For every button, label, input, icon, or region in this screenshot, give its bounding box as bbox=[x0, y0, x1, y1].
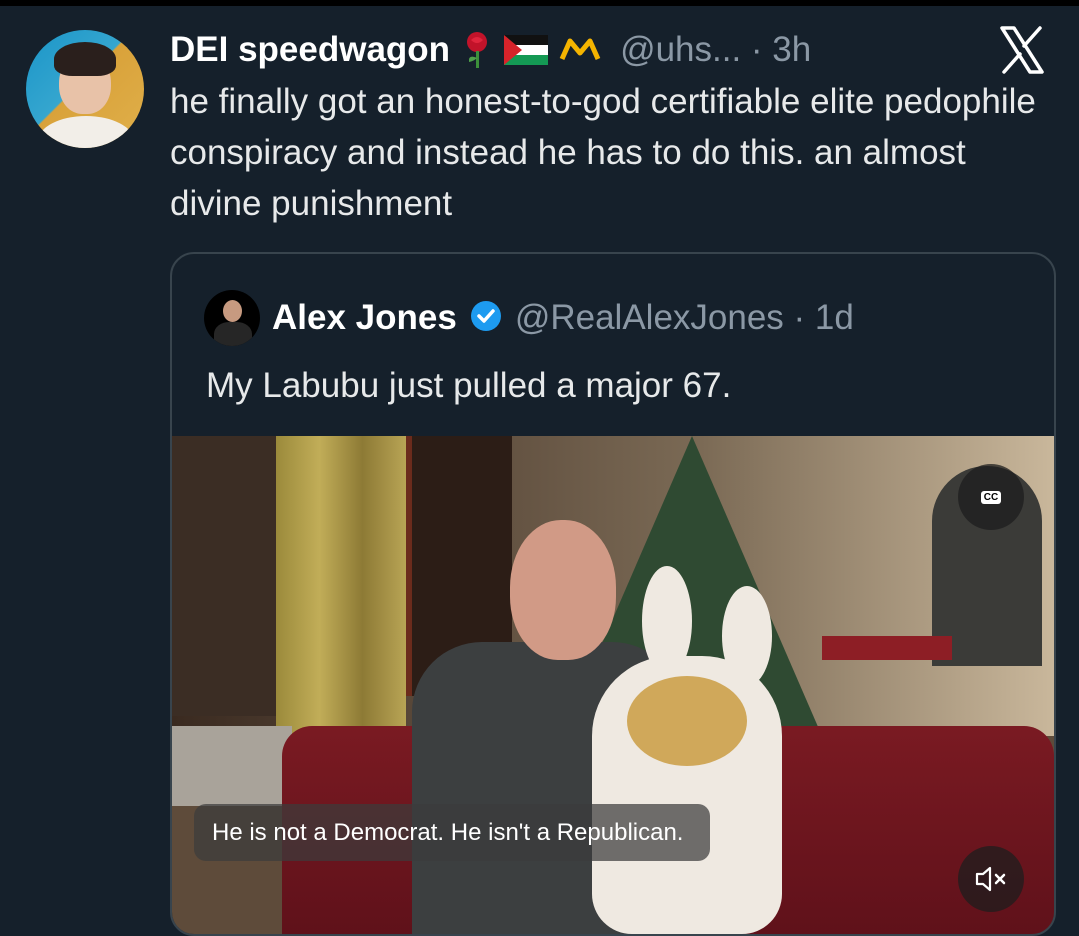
palestine-flag-icon bbox=[504, 35, 549, 65]
avatar-hair bbox=[54, 42, 116, 76]
closed-captions-label: CC bbox=[980, 490, 1002, 504]
video-person-head bbox=[510, 520, 616, 660]
video-plush-face bbox=[627, 676, 747, 766]
video-player[interactable]: CC He is not a Democrat. He isn't a Repu… bbox=[172, 436, 1054, 934]
speaker-muted-icon bbox=[975, 866, 1006, 892]
author-handle-time[interactable]: @uhs... · 3h bbox=[620, 30, 811, 70]
quoted-avatar-body bbox=[214, 322, 252, 346]
quoted-tweet[interactable]: Alex Jones @RealAlexJones · 1d My Labubu… bbox=[170, 252, 1056, 936]
tweet-header: DEI speedwagon @uhs... · 3h bbox=[170, 26, 811, 74]
quoted-author-name[interactable]: Alex Jones bbox=[272, 298, 457, 338]
video-curtain bbox=[276, 436, 406, 736]
author-name[interactable]: DEI speedwagon bbox=[170, 30, 450, 70]
avatar-shirt bbox=[38, 116, 134, 148]
author-avatar[interactable] bbox=[26, 30, 144, 148]
x-logo-icon[interactable] bbox=[996, 24, 1048, 76]
video-books bbox=[172, 726, 292, 806]
quoted-author-handle-time[interactable]: @RealAlexJones · 1d bbox=[515, 298, 854, 338]
crown-mark-icon bbox=[558, 35, 602, 65]
video-caption: He is not a Democrat. He isn't a Republi… bbox=[194, 804, 710, 861]
quoted-tweet-text: My Labubu just pulled a major 67. bbox=[206, 366, 732, 405]
video-window bbox=[172, 436, 288, 716]
rose-icon bbox=[460, 30, 494, 70]
mute-button[interactable] bbox=[958, 846, 1024, 912]
closed-captions-button[interactable]: CC bbox=[958, 464, 1024, 530]
video-table bbox=[822, 636, 952, 660]
tweet-card[interactable]: DEI speedwagon @uhs... · 3h he finally g… bbox=[0, 6, 1079, 936]
quoted-tweet-header: Alex Jones @RealAlexJones · 1d bbox=[204, 290, 854, 346]
quoted-author-avatar[interactable] bbox=[204, 290, 260, 346]
tweet-text: he finally got an honest-to-god certifia… bbox=[170, 82, 1036, 223]
verified-badge-icon bbox=[469, 299, 503, 337]
quoted-avatar-head bbox=[223, 300, 242, 322]
